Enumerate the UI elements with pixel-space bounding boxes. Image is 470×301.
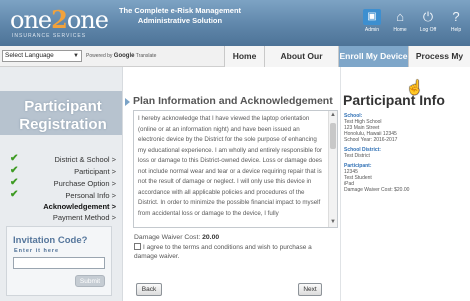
invitation-submit-button[interactable]: Submit — [75, 275, 105, 287]
tab-about-our-program[interactable]: About Our Program — [264, 46, 338, 82]
powered-prefix: Powered by — [86, 53, 113, 59]
step-district-school[interactable]: ✔ District & School > — [6, 153, 118, 165]
chevron-down-icon: ▼ — [73, 53, 79, 59]
logoff-label: Log Off — [419, 27, 437, 33]
help-label: Help — [450, 27, 462, 33]
step-label: Payment Method > — [52, 213, 116, 222]
step-purchase-option[interactable]: ✔ Purchase Option > — [6, 177, 118, 189]
step-label: Purchase Option > — [53, 179, 116, 188]
scroll-down-icon[interactable]: ▼ — [329, 218, 337, 227]
home-button[interactable]: ⌂ Home — [386, 9, 414, 33]
google-logo-text: Google — [113, 53, 135, 59]
invitation-code-input[interactable] — [13, 257, 105, 269]
language-select-value: Select Language — [5, 52, 54, 59]
help-button[interactable]: ? Help — [442, 9, 470, 33]
step-acknowledgement: Acknowledgement > — [6, 201, 118, 212]
invitation-title: Invitation Code? — [13, 235, 88, 246]
app-header: one2one INSURANCE SERVICES The Complete … — [0, 0, 470, 46]
district-line: Test District — [344, 153, 370, 159]
acknowledgement-text: I hereby acknowledge that I have viewed … — [138, 115, 323, 217]
tagline: The Complete e-Risk Management Administr… — [110, 6, 250, 26]
participant-line: Damage Waiver Cost: $20.00 — [344, 187, 410, 193]
registration-title: Participant Registration — [8, 98, 118, 134]
admin-button[interactable]: ▣ Admin — [358, 9, 386, 33]
next-button[interactable]: Next — [298, 283, 322, 296]
powered-by: Powered by Google Translate — [86, 53, 156, 59]
tab-home[interactable]: Home — [224, 46, 264, 67]
back-button[interactable]: Back — [136, 283, 162, 296]
agree-row: I agree to the terms and conditions and … — [134, 243, 334, 261]
step-payment-method: Payment Method > — [6, 212, 118, 223]
logo-text-two: 2 — [51, 5, 68, 34]
acknowledgement-scrollbar[interactable]: ▲ ▼ — [328, 111, 337, 227]
logoff-button[interactable]: ⏻ Log Off — [414, 9, 442, 33]
step-participant[interactable]: ✔ Participant > — [6, 165, 118, 177]
nav-bar: Select Language ▼ Powered by Google Tran… — [0, 46, 470, 82]
checkmark-icon: ✔ — [10, 177, 19, 188]
tagline-line-2: Administrative Solution — [137, 16, 223, 25]
help-icon: ? — [452, 9, 460, 24]
logo[interactable]: one2one — [10, 5, 109, 34]
acknowledgement-textbox[interactable]: I hereby acknowledge that I have viewed … — [133, 110, 338, 228]
scroll-up-icon[interactable]: ▲ — [329, 111, 337, 120]
step-label: Acknowledgement > — [43, 202, 116, 211]
checkmark-icon: ✔ — [10, 165, 19, 176]
title-arrow-icon — [125, 98, 130, 106]
agree-checkbox[interactable] — [134, 243, 141, 250]
page-title: Plan Information and Acknowledgement — [133, 95, 333, 107]
waiver-cost-label: Damage Waiver Cost: — [134, 234, 201, 241]
invitation-subtitle: Enter it here — [14, 248, 60, 254]
waiver-cost: Damage Waiver Cost: 20.00 — [134, 234, 219, 241]
participant-info-title: Participant Info — [343, 92, 445, 108]
powered-suffix[interactable]: Translate — [136, 53, 157, 59]
hand-cursor-icon: ☝ — [406, 79, 424, 95]
registration-title-line-2: Registration — [19, 116, 107, 133]
admin-label: Admin — [364, 27, 380, 33]
checkmark-icon: ✔ — [10, 189, 19, 200]
tab-enroll-my-device[interactable]: Enroll My Device — [338, 46, 408, 67]
tab-process-my-claim[interactable]: Process My Claim — [408, 46, 470, 82]
home-label: Home — [393, 27, 407, 33]
registration-title-line-1: Participant — [24, 98, 102, 115]
agree-label[interactable]: I agree to the terms and conditions and … — [134, 244, 312, 260]
step-label: Personal Info > — [65, 191, 116, 200]
logo-subtitle: INSURANCE SERVICES — [12, 33, 87, 39]
logoff-icon: ⏻ — [422, 9, 434, 24]
step-label: Participant > — [74, 167, 116, 176]
admin-icon: ▣ — [363, 9, 381, 25]
scroll-thumb[interactable] — [330, 123, 336, 149]
invitation-code-panel: Invitation Code? Enter it here Submit — [6, 226, 112, 296]
home-icon: ⌂ — [396, 9, 404, 24]
logo-text-one: one — [10, 6, 52, 34]
school-line: School Year: 2016-2017 — [344, 137, 398, 143]
waiver-cost-value: 20.00 — [202, 234, 220, 241]
language-select[interactable]: Select Language ▼ — [2, 50, 82, 62]
tagline-line-1: The Complete e-Risk Management — [118, 6, 242, 15]
step-personal-info[interactable]: ✔ Personal Info > — [6, 189, 118, 201]
checkmark-icon: ✔ — [10, 153, 19, 164]
logo-text-one-b: one — [66, 6, 109, 34]
step-label: District & School > — [54, 155, 116, 164]
